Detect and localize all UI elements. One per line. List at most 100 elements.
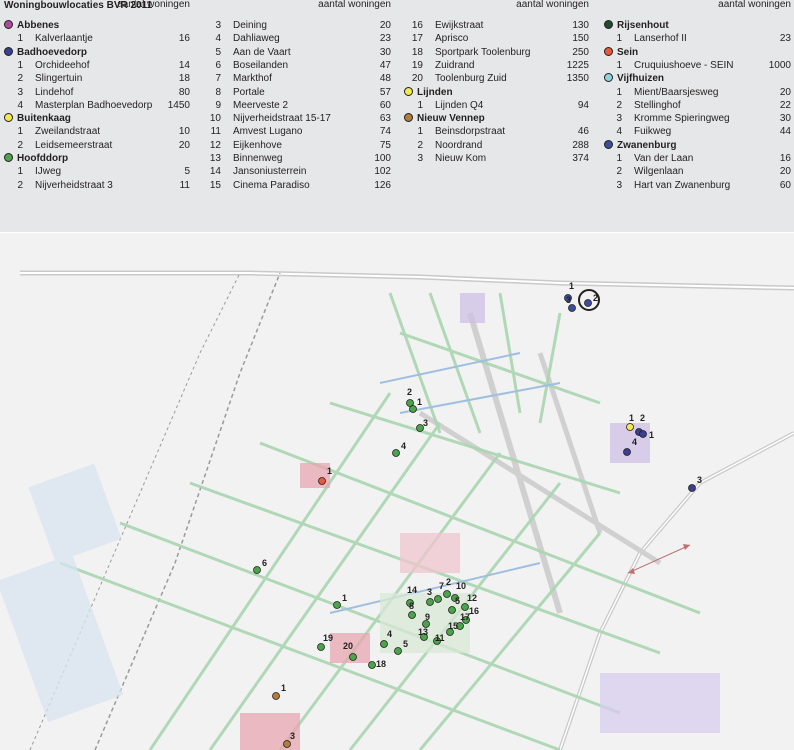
item-number: 19 xyxy=(411,59,423,71)
group-color-dot-icon xyxy=(404,113,413,123)
item-number: 1 xyxy=(616,33,622,45)
item-count: 5 xyxy=(184,166,190,178)
item-name: Dahliaweg xyxy=(233,33,280,45)
item-number: 1 xyxy=(417,126,423,138)
item-name: Ewijkstraat xyxy=(435,20,484,31)
group-name: Abbenes xyxy=(17,20,60,31)
legend-item: 9 Meerveste 2 60 xyxy=(205,99,391,112)
item-name: Fuikweg xyxy=(634,126,672,138)
item-count: 23 xyxy=(379,33,391,45)
location-marker-label: 4 xyxy=(387,629,392,639)
location-marker-label: 3 xyxy=(566,295,571,305)
location-marker-label: 2 xyxy=(593,293,598,303)
location-marker xyxy=(639,430,647,438)
legend-item: 2 Leidsemeerstraat 20 xyxy=(3,139,190,152)
location-marker-label: 7 xyxy=(439,581,444,591)
item-count: 250 xyxy=(572,46,589,58)
item-number: 2 xyxy=(417,139,423,151)
legend-item: 1 Lijnden Q4 94 xyxy=(403,99,589,112)
legend-group: Rijsenhout xyxy=(603,19,791,32)
legend-item: 2 Wilgenlaan 20 xyxy=(603,165,791,178)
legend-item: 1 Lanserhof II 23 xyxy=(603,32,791,45)
legend-group: Sein xyxy=(603,46,791,59)
location-marker-label: 2 xyxy=(640,413,645,423)
item-number: 16 xyxy=(411,20,423,31)
location-marker-label: 13 xyxy=(418,627,428,637)
location-marker xyxy=(272,692,280,700)
legend-item: 3 Deining 20 xyxy=(205,19,391,32)
location-marker xyxy=(584,299,592,307)
item-number: 2 xyxy=(17,139,23,151)
legend-item: 10 Nijverheidstraat 15-17 63 xyxy=(205,112,391,125)
location-marker-label: 14 xyxy=(407,585,417,595)
item-count: 57 xyxy=(379,86,391,98)
legend-item: 6 Boseilanden 47 xyxy=(205,59,391,72)
legend-item: 3 Lindehof 80 xyxy=(3,86,190,99)
location-marker-label: 3 xyxy=(290,731,295,741)
item-name: Lijnden Q4 xyxy=(435,99,484,111)
location-marker xyxy=(333,601,341,609)
location-marker-label: 10 xyxy=(456,581,466,591)
legend-item: 4 Fuikweg 44 xyxy=(603,125,791,138)
legend-item: 2 Noordrand 288 xyxy=(403,139,589,152)
location-marker-label: 6 xyxy=(262,558,267,568)
item-count: 48 xyxy=(379,73,391,85)
item-number: 9 xyxy=(215,99,221,111)
legend-item: 3 Hart van Zwanenburg 60 xyxy=(603,179,791,192)
item-name: Nieuw Kom xyxy=(435,153,487,164)
location-marker xyxy=(409,405,417,413)
legend-item: 1 Orchideehof 14 xyxy=(3,59,190,72)
item-name: Boseilanden xyxy=(233,59,289,71)
location-marker xyxy=(443,590,451,598)
group-color-dot-icon xyxy=(604,139,613,149)
legend-item: 1 Van der Laan 16 xyxy=(603,152,791,165)
location-marker xyxy=(408,611,416,619)
group-name: Badhoevedorp xyxy=(17,46,88,58)
item-number: 1 xyxy=(616,86,622,98)
item-count: 94 xyxy=(577,99,589,111)
item-count: 23 xyxy=(779,33,791,45)
item-count: 150 xyxy=(572,33,589,45)
item-count: 1225 xyxy=(566,59,589,71)
location-marker-label: 19 xyxy=(323,633,333,643)
legend-item: 11 Amvest Lugano 74 xyxy=(205,125,391,138)
item-name: Nijverheidstraat 3 xyxy=(35,179,113,191)
item-name: Sportpark Toolenburg xyxy=(435,46,531,58)
item-name: Zuidrand xyxy=(435,59,475,71)
item-name: Markthof xyxy=(233,73,272,85)
location-marker xyxy=(318,477,326,485)
location-marker xyxy=(394,647,402,655)
group-name: Lijnden xyxy=(417,86,453,98)
item-name: Amvest Lugano xyxy=(233,126,303,138)
item-count: 10 xyxy=(178,126,190,138)
item-number: 13 xyxy=(209,153,221,164)
item-count: 20 xyxy=(779,86,791,98)
group-color-dot-icon xyxy=(4,46,13,56)
legend-item: 15 Cinema Paradiso 126 xyxy=(205,179,391,192)
item-name: Lanserhof II xyxy=(634,33,687,45)
item-name: Nijverheidstraat 15-17 xyxy=(233,113,331,125)
item-name: Slingertuin xyxy=(35,73,83,85)
legend-item: 1 Cruquiushoeve - SEIN 1000 xyxy=(603,59,791,72)
item-count: 60 xyxy=(379,99,391,111)
location-marker-label: 2 xyxy=(407,387,412,397)
item-number: 2 xyxy=(616,166,622,178)
group-name: Rijsenhout xyxy=(617,20,669,31)
item-count: 63 xyxy=(379,113,391,125)
group-color-dot-icon xyxy=(4,20,13,29)
item-count: 16 xyxy=(779,153,791,164)
legend-item: 18 Sportpark Toolenburg 250 xyxy=(403,46,589,59)
item-name: Kalverlaantje xyxy=(35,33,93,45)
legend-item: 2 Stellinghof 22 xyxy=(603,99,791,112)
item-number: 1 xyxy=(17,33,23,45)
item-number: 4 xyxy=(215,33,221,45)
location-marker-label: 2 xyxy=(446,577,451,587)
location-marker-label: 1 xyxy=(649,430,654,440)
location-marker-label: 3 xyxy=(697,475,702,485)
item-number: 14 xyxy=(209,166,221,178)
legend-item: 19 Zuidrand 1225 xyxy=(403,59,589,72)
legend-item: 1 IJweg 5 xyxy=(3,165,190,178)
item-number: 1 xyxy=(17,59,23,71)
legend-panel: Woningbouwlocaties BVR 2011 aantal wonin… xyxy=(0,0,794,232)
item-name: Noordrand xyxy=(435,139,483,151)
